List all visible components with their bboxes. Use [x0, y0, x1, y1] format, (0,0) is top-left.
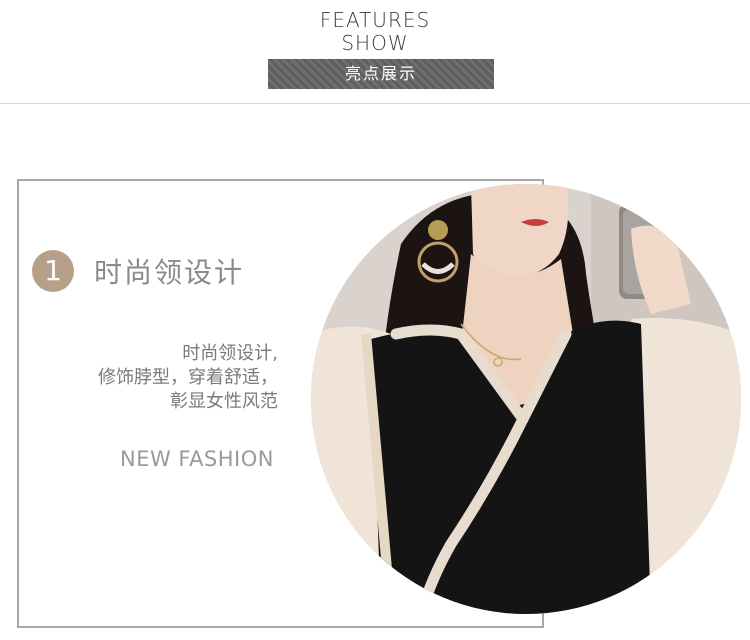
- feature-number-badge: 1: [32, 250, 74, 292]
- features-title-line1: FEATURES: [319, 8, 431, 32]
- description-line: 彰显女性风范: [170, 391, 278, 412]
- product-photo: [311, 184, 741, 614]
- features-title-line2: SHOW: [341, 31, 409, 55]
- header-divider: [0, 103, 750, 104]
- description-line: 修饰脖型，穿着舒适，: [98, 367, 278, 388]
- model-photo-illustration: [311, 184, 741, 614]
- description-line: 时尚领设计,: [182, 343, 278, 364]
- feature-description: 时尚领设计, 修饰脖型，穿着舒适， 彰显女性风范: [58, 342, 278, 414]
- feature-title: 时尚领设计: [94, 256, 245, 289]
- feature-tagline: NEW FASHION: [120, 447, 274, 471]
- section-banner: 亮点展示: [268, 59, 494, 89]
